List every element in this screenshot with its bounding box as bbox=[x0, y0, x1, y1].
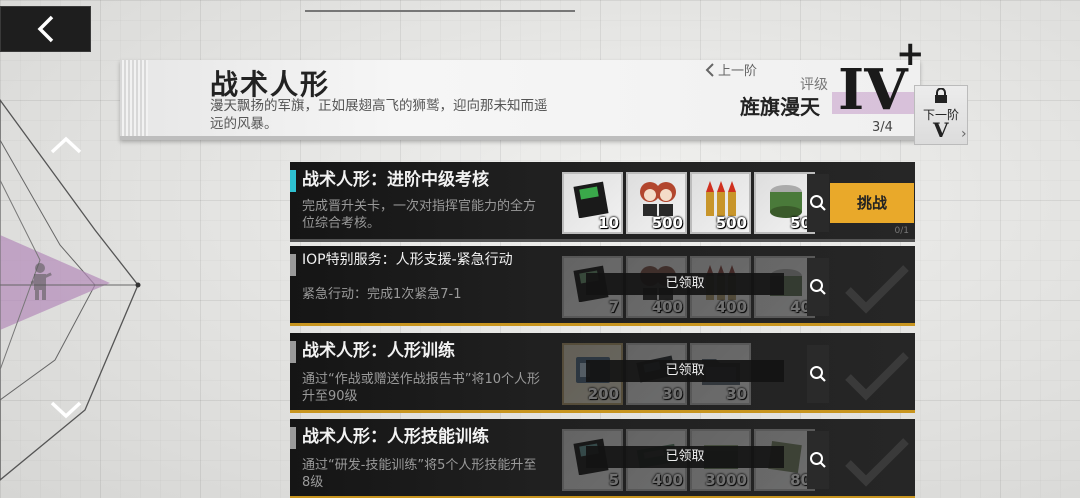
reward-quantity: 200 bbox=[587, 385, 619, 403]
challenge-button[interactable]: 挑战 bbox=[830, 183, 914, 223]
task-row: 战术人形：人形训练 通过“作战或赠送作战报告书”将10个人形升至90级 200 … bbox=[290, 333, 915, 413]
task-title: 战术人形：人形训练 bbox=[302, 341, 455, 361]
grade-plus: + bbox=[896, 34, 925, 74]
task-edge-marker bbox=[290, 254, 296, 276]
task-description: 紧急行动：完成1次紧急7-1 bbox=[302, 287, 462, 302]
magnifier-icon bbox=[810, 195, 826, 211]
checkmark-icon bbox=[845, 438, 909, 487]
prev-tier-label: 上一阶 bbox=[718, 64, 758, 79]
reward-quantity: 3000 bbox=[705, 471, 747, 489]
next-tier-button[interactable]: 下一阶 V › bbox=[914, 85, 968, 145]
task-edge-marker bbox=[290, 427, 296, 449]
claimed-badge: 已领取 bbox=[586, 360, 784, 382]
prev-tier-button[interactable]: 上一阶 bbox=[705, 60, 757, 79]
next-tier-roman: V bbox=[933, 118, 949, 142]
reward-quantity: 30 bbox=[726, 385, 747, 403]
task-title: IOP特别服务：人形支援-紧急行动 bbox=[302, 252, 513, 268]
checkmark-icon bbox=[845, 352, 909, 401]
task-description: 通过“研发-技能训练”将5个人形技能升至8级 bbox=[302, 458, 537, 490]
reward-quantity: 500 bbox=[715, 214, 747, 232]
header-bottom-bar bbox=[120, 136, 920, 140]
reward-quantity: 5 bbox=[608, 471, 619, 489]
claimed-badge: 已领取 bbox=[586, 273, 784, 295]
report-book-icon bbox=[573, 181, 609, 218]
magnifier-icon bbox=[810, 279, 826, 295]
task-progress: 0/1 bbox=[894, 226, 909, 236]
inspect-button[interactable] bbox=[807, 258, 829, 316]
ammo-icon bbox=[706, 181, 736, 216]
reward-quantity: 500 bbox=[651, 214, 683, 232]
reward-quantity: 7 bbox=[608, 298, 619, 316]
chevron-left-icon bbox=[705, 62, 714, 77]
inspect-button[interactable] bbox=[807, 345, 829, 403]
reward-quantity: 400 bbox=[651, 471, 683, 489]
task-edge-marker bbox=[290, 341, 296, 363]
back-button[interactable] bbox=[0, 6, 91, 52]
ration-can-icon bbox=[770, 185, 802, 218]
chevron-left-icon bbox=[37, 15, 53, 43]
reward-item[interactable]: 50 bbox=[754, 172, 815, 234]
task-row: 战术人形：进阶中级考核 完成晋升关卡，一次对指挥官能力的全方位综合考核。 10 … bbox=[290, 162, 915, 242]
lock-icon bbox=[935, 88, 947, 103]
task-row: IOP特别服务：人形支援-紧急行动 紧急行动：完成1次紧急7-1 7 400 4… bbox=[290, 246, 915, 326]
inspect-button[interactable] bbox=[807, 431, 829, 489]
magnifier-icon bbox=[810, 366, 826, 382]
top-divider bbox=[305, 10, 575, 12]
reward-quantity: 400 bbox=[715, 298, 747, 316]
reward-item[interactable]: 10 bbox=[562, 172, 623, 234]
reward-quantity: 30 bbox=[662, 385, 683, 403]
task-description: 通过“作战或赠送作战报告书”将10个人形升至90级 bbox=[302, 372, 541, 404]
magnifier-icon bbox=[810, 452, 826, 468]
task-edge-marker bbox=[290, 170, 296, 192]
header-stripe bbox=[120, 60, 148, 140]
checkmark-icon bbox=[845, 265, 909, 314]
task-title: 战术人形：人形技能训练 bbox=[302, 427, 489, 447]
task-row: 战术人形：人形技能训练 通过“研发-技能训练”将5个人形技能升至8级 5 400… bbox=[290, 419, 915, 498]
grade-name: 旌旗漫天 bbox=[740, 95, 820, 119]
reward-item[interactable]: 500 bbox=[626, 172, 687, 234]
reward-quantity: 10 bbox=[598, 214, 619, 232]
reward-quantity: 400 bbox=[651, 298, 683, 316]
chevron-right-icon: › bbox=[961, 126, 967, 142]
task-title: 战术人形：进阶中级考核 bbox=[302, 170, 489, 190]
chevron-down-icon[interactable] bbox=[48, 398, 84, 422]
reward-item[interactable]: 500 bbox=[690, 172, 751, 234]
page-description: 漫天飘扬的军旗，正如展翅高飞的狮鹫，迎向那未知而遥远的风暴。 bbox=[210, 98, 548, 132]
task-description: 完成晋升关卡，一次对指挥官能力的全方位综合考核。 bbox=[302, 199, 537, 231]
reward-list: 10 500 500 50 bbox=[562, 172, 815, 234]
tier-header: 战术人形 漫天飘扬的军旗，正如展翅高飞的狮鹫，迎向那未知而遥远的风暴。 上一阶 … bbox=[120, 34, 925, 140]
claimed-badge: 已领取 bbox=[586, 446, 784, 468]
chevron-up-icon[interactable] bbox=[48, 133, 84, 157]
chibi-character-icon bbox=[640, 182, 676, 216]
inspect-button[interactable] bbox=[807, 174, 829, 232]
tier-progress: 3/4 bbox=[872, 120, 893, 135]
